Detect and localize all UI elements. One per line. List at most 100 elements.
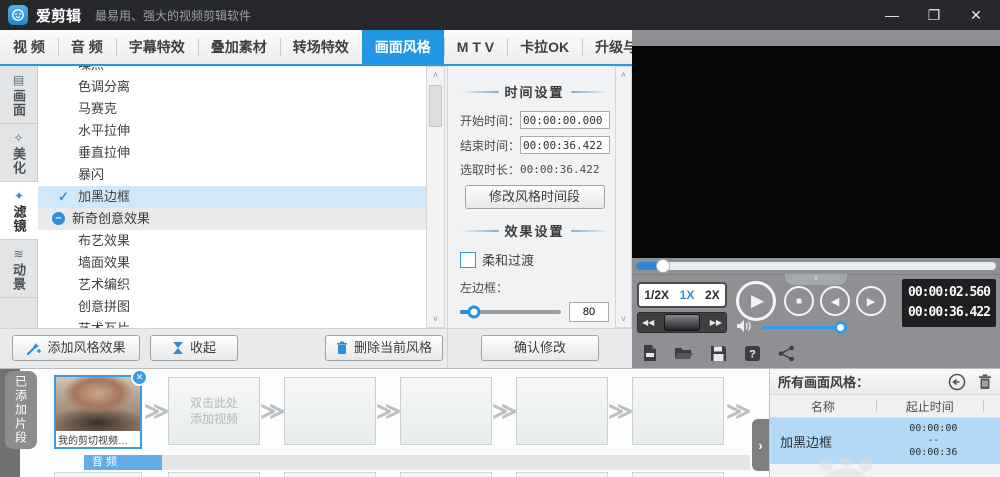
jog-shuttle[interactable]: ◀◀ ▶▶ [637, 312, 727, 333]
speed-1x[interactable]: 1X [680, 288, 695, 302]
audio-track[interactable] [162, 455, 750, 470]
end-time-label: 结束时间： [460, 138, 521, 153]
slider-knob[interactable] [467, 305, 481, 319]
audio-track-label[interactable]: 音 频 [84, 455, 162, 470]
open-folder-icon[interactable] [674, 343, 694, 363]
rail-item-filter[interactable]: ✦ 滤镜 [0, 182, 38, 240]
styles-panel-title: 所有画面风格： [778, 375, 870, 390]
audio-clip-slot [168, 472, 260, 477]
tab-overlay[interactable]: 叠加素材 [197, 30, 280, 64]
play-button[interactable]: ▶ [736, 281, 776, 321]
add-video-slot[interactable]: 双击此处 添加视频 [168, 377, 260, 445]
delete-style-button[interactable]: 删除当前风格 [325, 335, 443, 361]
effect-item[interactable]: 艺术瓦片 [38, 318, 426, 328]
jog-knob[interactable] [664, 314, 700, 331]
audio-clip-slot [54, 472, 142, 477]
clip-separator-icon: ≫ [144, 398, 170, 425]
effect-item[interactable]: 布艺效果 [38, 230, 426, 252]
modify-time-range-button[interactable]: 修改风格时间段 [464, 185, 605, 209]
volume-slider[interactable] [762, 321, 847, 334]
clip-separator-icon: ≫ [726, 398, 752, 425]
tab-transition-fx[interactable]: 转场特效 [279, 30, 362, 64]
chevron-down-icon[interactable]: ˅ [785, 274, 847, 285]
forward-icon[interactable]: ▶▶ [710, 318, 722, 327]
timeline-clip-selected[interactable]: 我的剪切视频… ✕ [54, 369, 148, 449]
effect-item[interactable]: 墙面效果 [38, 252, 426, 274]
rail-item-picture[interactable]: ▤ 画面 [0, 66, 37, 124]
soft-transition-checkbox[interactable] [460, 251, 476, 268]
effect-item[interactable]: 色调分离 [38, 76, 426, 98]
category-rail: ▤ 画面 ✧ 美化 ✦ 滤镜 ≋ 动景 [0, 66, 38, 328]
new-project-icon[interactable] [640, 343, 660, 363]
undo-icon[interactable] [948, 373, 966, 391]
rail-item-motion[interactable]: ≋ 动景 [0, 240, 37, 298]
effect-item[interactable]: 艺术编织 [38, 274, 426, 296]
scroll-up-icon[interactable]: ˄ [616, 67, 631, 83]
effect-item[interactable]: 马赛克 [38, 98, 426, 120]
hourglass-icon [172, 342, 183, 354]
trash-icon[interactable] [978, 374, 992, 390]
style-settings-panel: 时间设置 开始时间： 结束时间： 选取时长： 00:00:36.422 修改风格… [447, 66, 615, 328]
tab-video[interactable]: 视 频 [0, 30, 58, 64]
effect-item[interactable]: 噪点 [38, 66, 426, 76]
close-button[interactable]: ✕ [968, 7, 984, 24]
total-time: 00:00:36.422 [908, 305, 991, 320]
speed-2x[interactable]: 2X [705, 288, 720, 302]
tab-mtv[interactable]: M T V [443, 30, 507, 64]
empty-clip-slot[interactable] [632, 377, 724, 445]
volume-handle[interactable] [834, 321, 847, 334]
effect-item[interactable]: 垂直拉伸 [38, 142, 426, 164]
clip-thumbnail [56, 377, 140, 431]
app-window: 爱剪辑 最易用、强大的视频剪辑软件 — ❐ ✕ 视 频 音 频 字幕特效 叠加素… [0, 0, 1000, 477]
seek-handle[interactable] [656, 259, 670, 273]
effect-group-header[interactable]: – 新奇创意效果 [38, 208, 426, 230]
effect-item[interactable]: 水平拉伸 [38, 120, 426, 142]
next-frame-button[interactable]: ▶ [856, 286, 886, 316]
tab-picture-style[interactable]: 画面风格 [361, 30, 444, 64]
clip-separator-icon: ≫ [260, 398, 286, 425]
column-header-time: 起止时间 [905, 399, 954, 414]
rail-item-beautify[interactable]: ✧ 美化 [0, 124, 37, 182]
tab-audio[interactable]: 音 频 [57, 30, 116, 64]
effect-item[interactable]: 暴闪 [38, 164, 426, 186]
empty-clip-slot[interactable] [284, 377, 376, 445]
audio-clip-slot [284, 472, 376, 477]
added-clips-tab[interactable]: 已添加片段 [5, 371, 37, 449]
tab-subtitle-fx[interactable]: 字幕特效 [115, 30, 198, 64]
scrollbar-thumb[interactable] [429, 85, 442, 127]
add-style-effect-button[interactable]: 添加风格效果 [12, 335, 140, 361]
scroll-down-icon[interactable]: ˅ [616, 311, 631, 327]
expand-styles-panel-tab[interactable]: › [752, 419, 769, 471]
scroll-up-icon[interactable]: ˄ [427, 67, 444, 83]
left-border-value-input[interactable] [569, 302, 609, 322]
left-border-slider[interactable] [460, 305, 561, 319]
effect-item-selected[interactable]: ✓ 加黑边框 [38, 186, 426, 208]
effect-item[interactable]: 创意拼图 [38, 296, 426, 318]
end-time-input[interactable] [520, 136, 611, 154]
scroll-down-icon[interactable]: ˅ [427, 311, 444, 327]
help-icon[interactable]: ? [742, 343, 762, 363]
video-preview[interactable] [632, 46, 1000, 258]
speed-half[interactable]: 1/2X [644, 288, 669, 302]
volume-icon[interactable] [736, 319, 752, 338]
prev-frame-button[interactable]: ◀ [820, 286, 850, 316]
style-time-separator: -- [927, 435, 940, 446]
tab-karaoke[interactable]: 卡拉OK [507, 30, 582, 64]
confirm-modify-button[interactable]: 确认修改 [481, 335, 599, 361]
share-icon[interactable] [776, 343, 796, 363]
seek-bar[interactable] [632, 258, 1000, 274]
maximize-button[interactable]: ❐ [926, 7, 942, 24]
effects-list-scrollbar[interactable]: ˄ ˅ [426, 66, 445, 328]
collapse-button[interactable]: 收起 [150, 335, 238, 361]
watermark-paw [818, 458, 888, 477]
save-icon[interactable] [708, 343, 728, 363]
empty-clip-slot[interactable] [400, 377, 492, 445]
stop-button[interactable]: ■ [784, 286, 814, 316]
settings-scrollbar[interactable]: ˄ ˅ [615, 66, 632, 328]
minimize-button[interactable]: — [884, 7, 900, 23]
empty-clip-slot[interactable] [516, 377, 608, 445]
start-time-input[interactable] [520, 111, 611, 129]
rewind-icon[interactable]: ◀◀ [642, 318, 654, 327]
speed-selector[interactable]: 1/2X 1X 2X [637, 282, 727, 308]
remove-clip-icon[interactable]: ✕ [131, 369, 148, 386]
